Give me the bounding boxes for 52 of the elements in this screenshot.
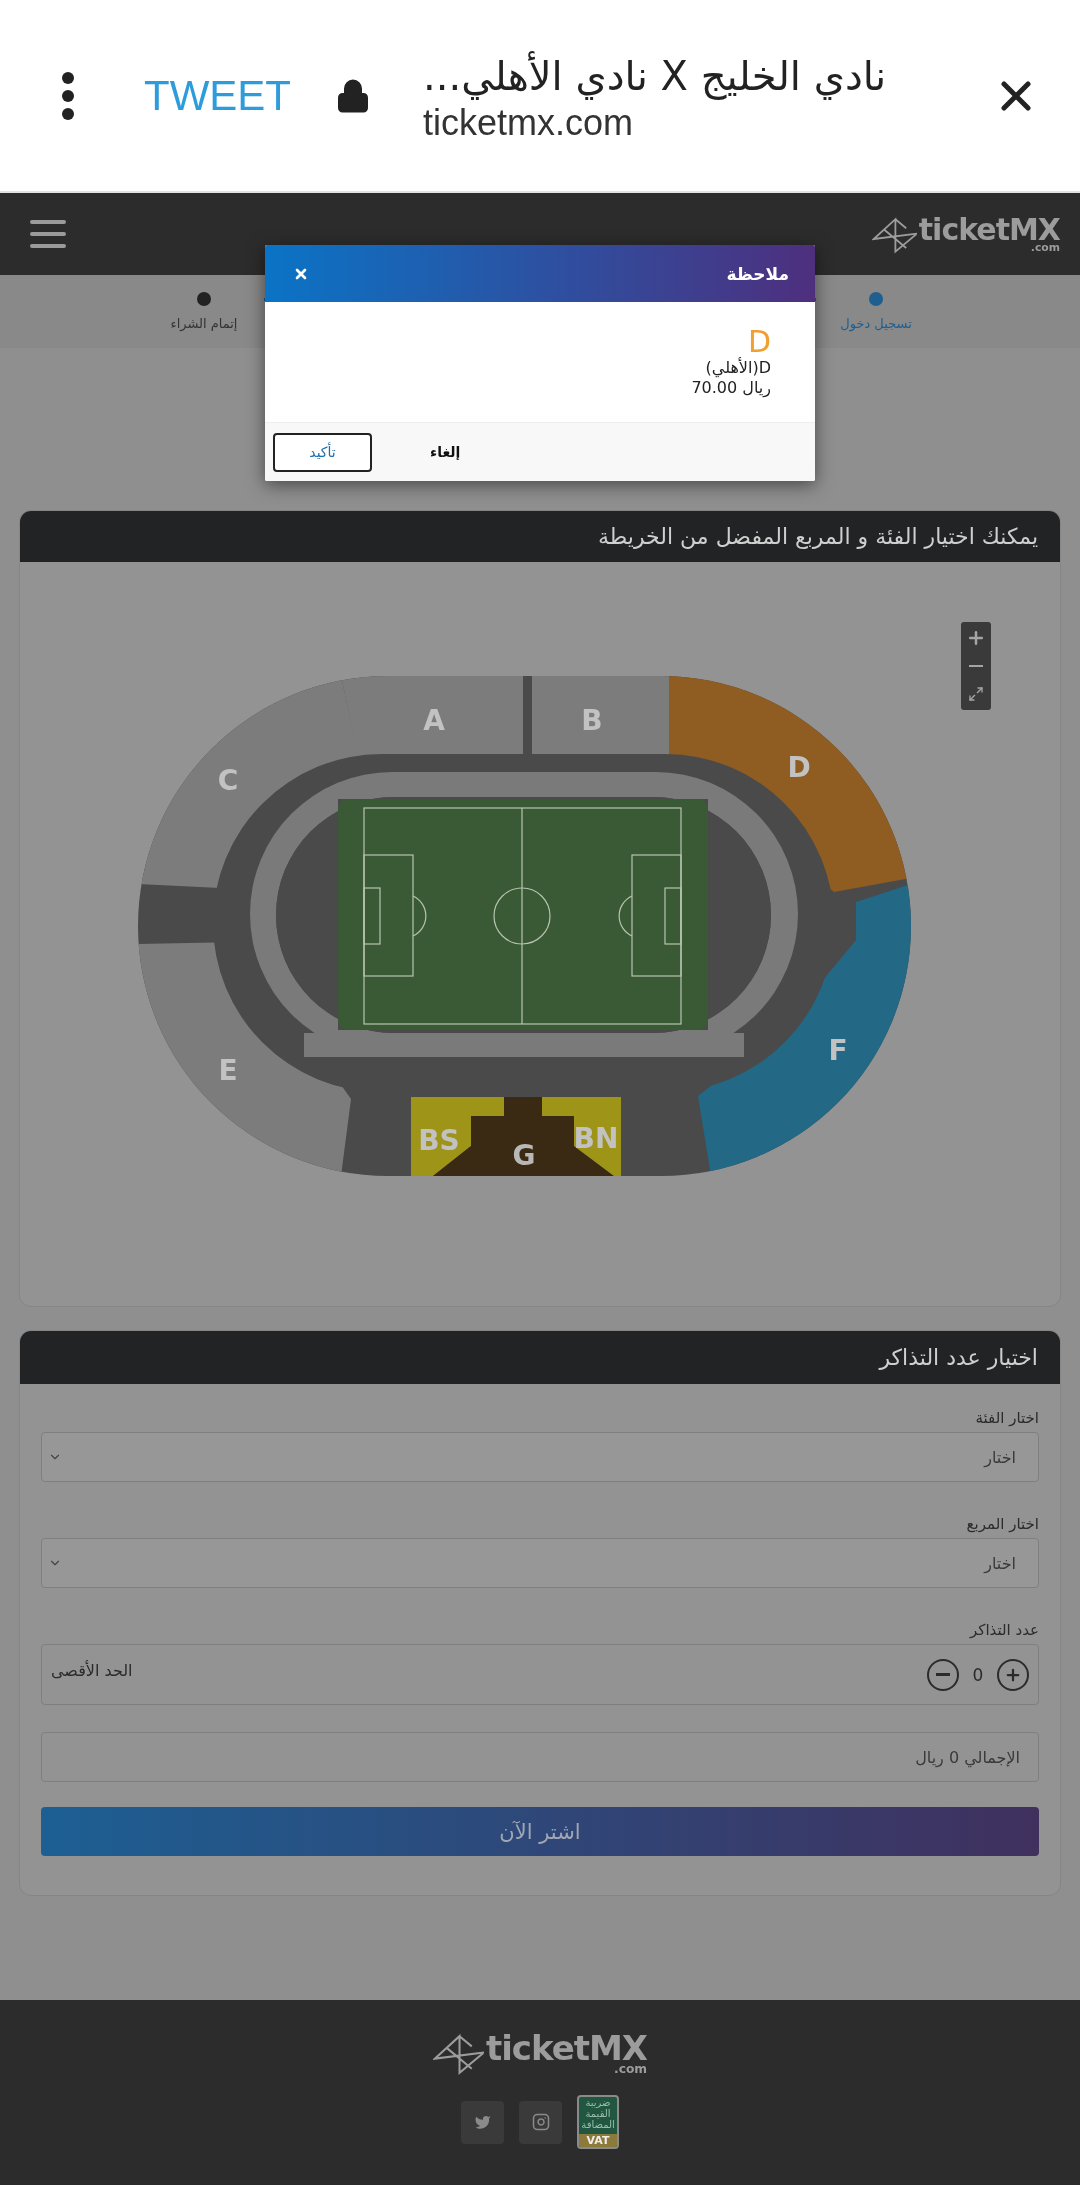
total-text: الإجمالي 0 ريال — [915, 1747, 1020, 1767]
page-title: نادي الخليج X نادي الأهلي... — [423, 52, 887, 101]
expand-icon — [968, 686, 984, 702]
step-label: إتمام الشراء — [170, 316, 238, 331]
field-label: اختار المربع — [965, 1514, 1039, 1535]
vat-text: المضافة — [581, 2119, 615, 2130]
tweet-link[interactable]: TWEET — [144, 71, 291, 120]
select-field[interactable]: اختار — [41, 1538, 1039, 1588]
field-label: عدد التذاكر — [968, 1620, 1039, 1641]
plus-icon — [966, 628, 986, 648]
section-label: D — [787, 751, 811, 784]
logo-text: ticketMX — [485, 2031, 648, 2066]
increment-button[interactable] — [997, 1658, 1029, 1691]
logo-suffix: .com — [1030, 242, 1060, 254]
section-label: BS — [418, 1124, 460, 1157]
logo-text: ticketMX — [918, 214, 1060, 245]
bird-icon — [473, 2113, 492, 2131]
section-label: A — [423, 704, 445, 737]
page-url: ticketmx.com — [423, 101, 633, 146]
card-title: يمكنك اختيار الفئة و المربع المفضل من الخريطة — [598, 524, 1038, 549]
max-note: الحد الأقصى — [51, 1661, 133, 1682]
stand-section[interactable] — [532, 676, 669, 756]
ticket-count: 0 — [971, 1664, 985, 1685]
minus-icon — [936, 1673, 950, 1676]
minus-icon — [969, 665, 983, 667]
camera-icon — [531, 2113, 550, 2131]
vat-text: ضريبة — [585, 2097, 611, 2108]
field-label: اختار الفئة — [974, 1408, 1039, 1429]
buy-button[interactable]: اشتر الآن — [41, 1807, 1039, 1856]
section-label: C — [217, 764, 239, 797]
section-label: BN — [573, 1122, 619, 1155]
cancel-button[interactable]: إلغاء — [430, 444, 461, 460]
lock-icon — [335, 77, 371, 114]
vat-code: VAT — [579, 2134, 617, 2147]
twitter-button[interactable] — [461, 2100, 504, 2144]
logo-suffix: .com — [614, 2063, 648, 2076]
select-field[interactable]: اختار — [41, 1432, 1039, 1482]
section-label: F — [828, 1034, 848, 1067]
section-name: D(الأهلي) — [705, 358, 771, 378]
instagram-button[interactable] — [519, 2100, 562, 2144]
section-label: E — [218, 1054, 238, 1087]
section-label: B — [581, 704, 603, 737]
section-letter: D — [747, 326, 771, 358]
price-text: ريال 70.00 — [691, 378, 771, 398]
vat-text: القيمة — [585, 2108, 611, 2119]
card-title: اختيار عدد التذاكر — [879, 1345, 1038, 1370]
stand-section[interactable] — [542, 1097, 621, 1176]
decrement-button[interactable] — [927, 1658, 959, 1691]
dialog-title: ملاحظة — [726, 263, 789, 284]
confirm-button[interactable]: تأكيد — [273, 432, 372, 472]
step-label: تسجيل دخول — [840, 316, 912, 331]
section-label: G — [512, 1139, 536, 1172]
